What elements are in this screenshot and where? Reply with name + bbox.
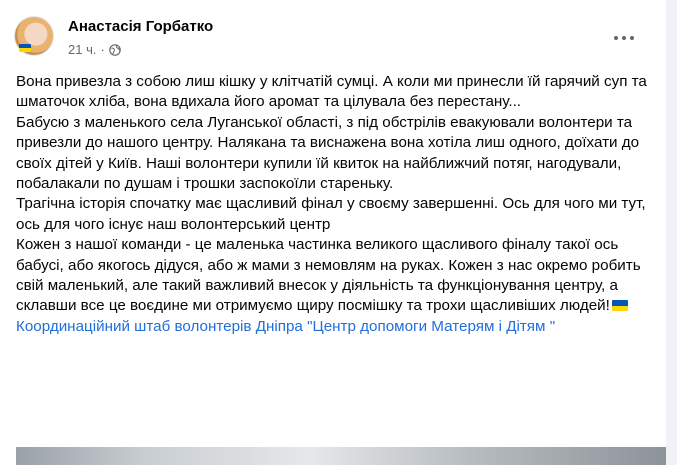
more-options-icon[interactable]	[612, 28, 636, 48]
post-meta: 21 ч. ·	[68, 42, 121, 57]
author-name[interactable]: Анастасія Горбатко	[68, 18, 213, 35]
author-avatar[interactable]	[14, 16, 54, 56]
post-body: Вона привезла з собою лиш кішку у клітча…	[16, 72, 652, 337]
post-card: Анастасія Горбатко 21 ч. · Вона привезла…	[0, 0, 666, 465]
ukraine-flag-icon	[611, 300, 628, 312]
meta-separator: ·	[100, 42, 105, 57]
ukraine-flag-icon	[19, 44, 31, 52]
post-image[interactable]	[16, 447, 666, 465]
globe-icon[interactable]	[109, 43, 121, 56]
organization-link[interactable]: Координаційний штаб волонтерів Дніпра "Ц…	[16, 318, 555, 335]
post-paragraph-4: Кожен з нашої команди - це маленька част…	[16, 236, 641, 315]
post-paragraph-1: Вона привезла з собою лиш кішку у клітча…	[16, 73, 647, 111]
page-background	[666, 0, 677, 465]
post-paragraph-3: Трагічна історія спочатку має щасливий ф…	[16, 195, 646, 233]
post-paragraph-2: Бабусю з маленького села Луганської обла…	[16, 113, 640, 193]
post-timestamp[interactable]: 21 ч.	[68, 42, 96, 57]
post-paragraph-4-wrap: Кожен з нашої команди - це маленька част…	[16, 235, 652, 317]
